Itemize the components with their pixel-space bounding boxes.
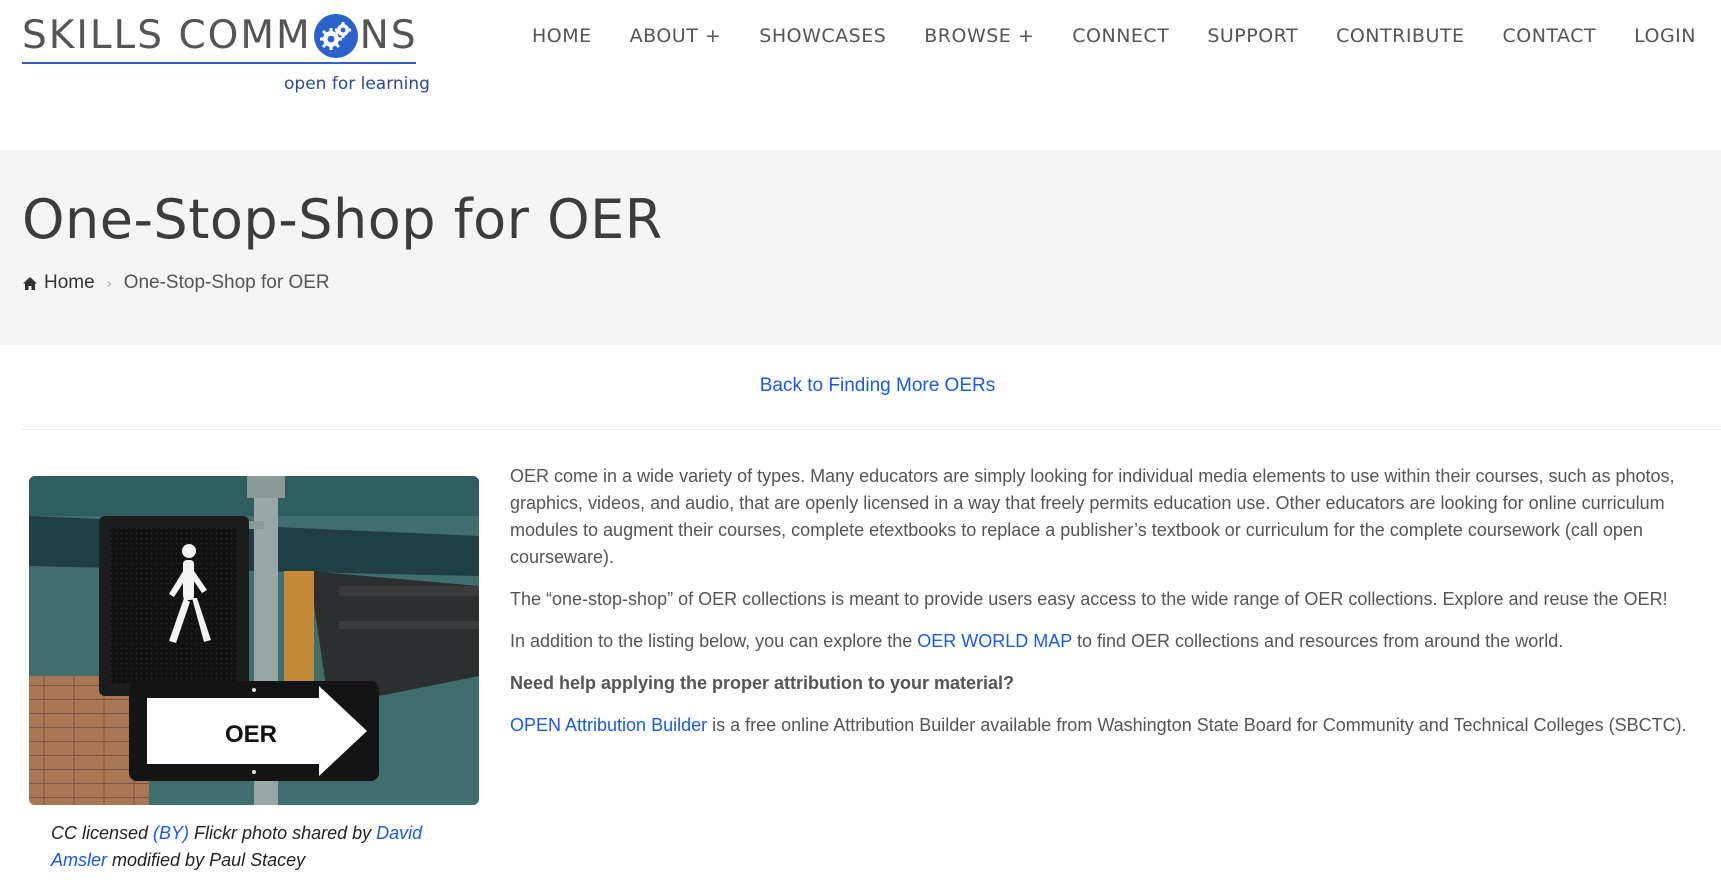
- paragraph-world-map: In addition to the listing below, you ca…: [510, 628, 1721, 655]
- site-header: SKILLS COMM NS open for learning HOME AB…: [0, 0, 1721, 150]
- nav-browse[interactable]: BROWSE +: [924, 24, 1034, 48]
- back-link-row: Back to Finding More OERs: [0, 375, 1721, 397]
- logo-text-right: NS: [359, 13, 418, 58]
- logo-wordmark: SKILLS COMM NS: [22, 12, 418, 60]
- logo-tagline: open for learning: [284, 74, 430, 94]
- gear-icon: [313, 14, 358, 58]
- nav-home[interactable]: HOME: [532, 24, 592, 48]
- page-title-band: One-Stop-Shop for OER Home › One-Stop-Sh…: [0, 150, 1721, 345]
- paragraph-attribution-builder: OPEN Attribution Builder is a free onlin…: [510, 712, 1721, 739]
- open-attribution-builder-link[interactable]: OPEN Attribution Builder: [510, 715, 707, 735]
- breadcrumb-current: One-Stop-Shop for OER: [123, 272, 330, 293]
- back-to-finding-more-oers-link[interactable]: Back to Finding More OERs: [760, 375, 995, 396]
- page-title: One-Stop-Shop for OER: [22, 188, 663, 251]
- content-divider: [22, 429, 1721, 430]
- paragraph-oer-types: OER come in a wide variety of types. Man…: [510, 466, 1675, 567]
- caption-middle: Flickr photo shared by: [189, 823, 377, 843]
- logo-underline: [22, 62, 416, 64]
- oer-sign-photo: OER: [29, 476, 479, 805]
- content-body: OER come in a wide variety of types. Man…: [510, 463, 1721, 754]
- home-icon: [23, 276, 37, 290]
- world-map-text-before: In addition to the listing below, you ca…: [510, 631, 918, 651]
- photo-caption: CC licensed (BY) Flickr photo shared by …: [51, 820, 471, 874]
- breadcrumb: Home › One-Stop-Shop for OER: [22, 272, 330, 294]
- nav-support[interactable]: SUPPORT: [1207, 24, 1298, 48]
- logo-text-left: SKILLS COMM: [22, 13, 312, 58]
- breadcrumb-separator: ›: [106, 274, 112, 292]
- nav-about[interactable]: ABOUT +: [630, 24, 722, 48]
- attribution-help-heading: Need help applying the proper attributio…: [510, 673, 1015, 693]
- main-nav: HOME ABOUT + SHOWCASES BROWSE + CONNECT …: [532, 24, 1696, 48]
- site-logo[interactable]: SKILLS COMM NS open for learning: [22, 12, 442, 94]
- oer-sign-text: OER: [225, 721, 277, 748]
- oer-world-map-link[interactable]: OER WORLD MAP: [917, 631, 1072, 651]
- caption-suffix: modified by Paul Stacey: [107, 850, 306, 870]
- nav-contribute[interactable]: CONTRIBUTE: [1336, 24, 1464, 48]
- nav-login[interactable]: LOGIN: [1634, 24, 1696, 48]
- breadcrumb-home-label: Home: [44, 272, 95, 293]
- paragraph-one-stop-shop: The “one-stop-shop” of OER collections i…: [510, 589, 1668, 609]
- breadcrumb-home-link[interactable]: Home: [22, 272, 95, 294]
- attribution-builder-text: is a free online Attribution Builder ava…: [707, 715, 1687, 735]
- nav-contact[interactable]: CONTACT: [1502, 24, 1596, 48]
- caption-prefix: CC licensed: [51, 823, 154, 843]
- world-map-text-after: to find OER collections and resources fr…: [1071, 631, 1564, 651]
- caption-license-link[interactable]: (BY): [153, 823, 189, 843]
- nav-connect[interactable]: CONNECT: [1072, 24, 1169, 48]
- nav-showcases[interactable]: SHOWCASES: [759, 24, 886, 48]
